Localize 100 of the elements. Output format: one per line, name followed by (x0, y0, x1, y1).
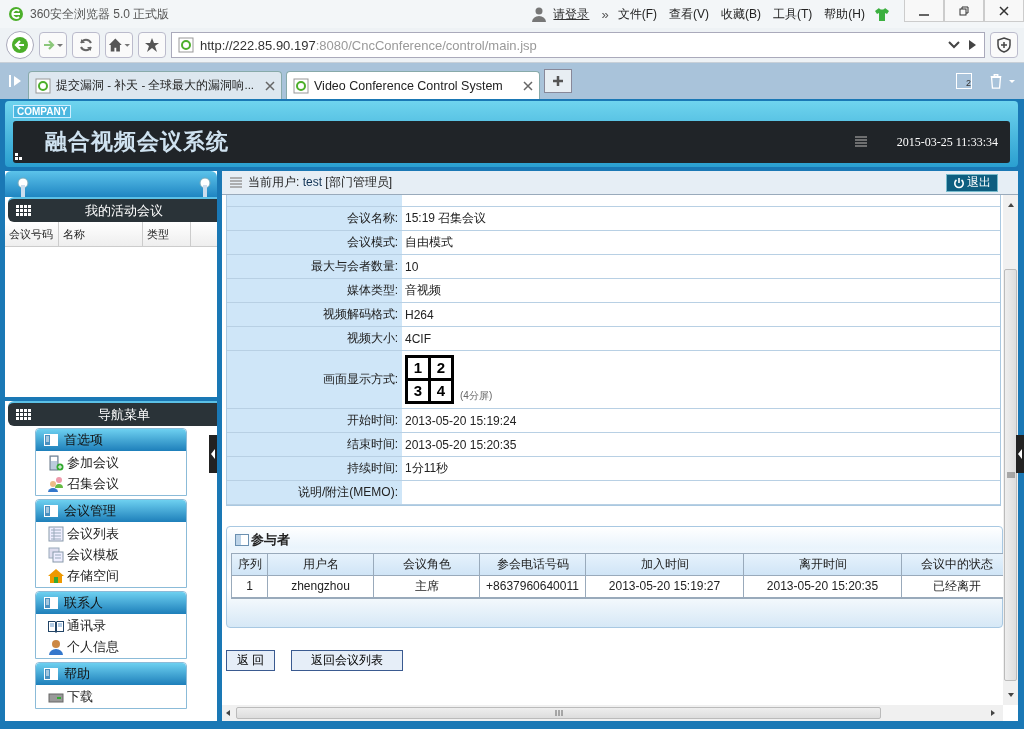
phone-add-icon (48, 454, 64, 471)
grip-icon (1006, 471, 1015, 479)
field-value: 1分11秒 (405, 460, 449, 477)
plus-icon (552, 75, 564, 87)
field-label: 会议模式: (227, 231, 402, 254)
scroll-left-icon[interactable] (224, 709, 232, 717)
login-link[interactable]: 请登录 (553, 5, 590, 23)
panel-title: 参与者 (251, 531, 290, 549)
back-button[interactable]: 返 回 (226, 650, 276, 671)
column-header: 离开时间 (744, 554, 902, 576)
back-button[interactable] (6, 31, 34, 59)
scroll-down-icon[interactable] (1006, 691, 1015, 699)
window-title: 360安全浏览器 5.0 正式版 (30, 5, 170, 23)
favorite-button[interactable] (138, 32, 166, 58)
field-value: H264 (405, 307, 434, 322)
table-cell: 主席 (374, 576, 480, 598)
menu-item[interactable]: 工具(T) (773, 5, 813, 23)
nav-item[interactable]: 参加会议 (36, 452, 186, 473)
close-icon[interactable] (265, 80, 275, 91)
shirt-icon[interactable] (874, 6, 890, 22)
home-button[interactable] (105, 32, 133, 58)
new-tab-button[interactable] (544, 69, 572, 93)
restore-button[interactable] (944, 0, 984, 22)
column-header[interactable]: 类型 (143, 222, 191, 246)
app-title: 融合视频会议系统 (45, 128, 229, 156)
column-header[interactable]: 名称 (59, 222, 143, 246)
menu-item[interactable]: 文件(F) (617, 5, 657, 23)
return-list-button[interactable]: 返回会议列表 (291, 650, 404, 671)
page-icon (293, 77, 309, 94)
refresh-button[interactable] (72, 32, 100, 58)
column-header: 参会电话号码 (480, 554, 586, 576)
more-button[interactable]: » (601, 6, 609, 22)
close-icon[interactable] (523, 80, 533, 91)
field-label: 视频大小: (227, 327, 402, 350)
horizontal-scrollbar[interactable] (222, 705, 1003, 721)
panel-title: 我的活动会议 (84, 201, 164, 220)
layout-caption: (4分屏) (460, 389, 493, 403)
nav-item[interactable]: 召集会议 (36, 473, 186, 494)
field-value: 4CIF (405, 331, 431, 346)
minimize-button[interactable] (904, 0, 944, 22)
scroll-thumb[interactable] (236, 707, 881, 719)
nav-item[interactable]: 会议列表 (36, 523, 186, 544)
grid-icon (16, 408, 31, 421)
group-header[interactable]: 首选项 (36, 429, 186, 451)
browser-logo-icon (8, 6, 24, 22)
grid-icon (16, 204, 31, 217)
address-bar[interactable]: http://222.85.90.197:8080/CncConference/control/main.jsp (171, 32, 985, 58)
datetime: 2015-03-25 11:33:34 (896, 134, 998, 150)
dropdown-icon[interactable] (948, 39, 960, 51)
browser-tab[interactable]: 提交漏洞 - 补天 - 全球最大的漏洞响... (28, 71, 282, 99)
collapse-handle-icon[interactable] (1016, 435, 1024, 473)
power-icon (953, 176, 965, 189)
panel-icon (235, 534, 249, 546)
field-value: 10 (405, 259, 419, 274)
panel-icon (44, 597, 58, 609)
scroll-right-icon[interactable] (989, 709, 997, 717)
shield-button[interactable] (990, 32, 1018, 58)
house-icon (48, 567, 64, 584)
group-header[interactable]: 会议管理 (36, 500, 186, 522)
collapse-handle-icon[interactable] (209, 435, 217, 473)
nav-item[interactable]: 通讯录 (36, 615, 186, 636)
field-value: 音视频 (405, 282, 441, 299)
restore-icon (959, 5, 969, 16)
people-icon (48, 475, 64, 492)
nav-item[interactable]: 会议模板 (36, 544, 186, 565)
menu-item[interactable]: 查看(V) (669, 5, 709, 23)
field-label: 最大与会者数量: (227, 255, 402, 278)
minimize-icon (919, 13, 929, 16)
field-label: 视频解码格式: (227, 303, 402, 326)
field-label: 结束时间: (227, 433, 402, 456)
vertical-scrollbar[interactable] (1003, 195, 1018, 705)
grip-icon (230, 176, 242, 189)
group-header[interactable]: 帮助 (36, 663, 186, 685)
table-cell: 2013-05-20 15:20:35 (744, 576, 902, 598)
column-header: 用户名 (268, 554, 374, 576)
scroll-up-icon[interactable] (1006, 201, 1015, 209)
field-value: 2013-05-20 15:20:35 (405, 437, 517, 452)
nav-item[interactable]: 个人信息 (36, 636, 186, 657)
ring-icon (199, 177, 211, 197)
window-count-icon[interactable]: 2 (956, 73, 972, 89)
column-header[interactable]: 会议号码 (5, 222, 59, 246)
nav-item[interactable]: 下载 (36, 686, 186, 707)
go-icon[interactable] (966, 39, 978, 51)
table-cell: +8637960640011 (480, 576, 586, 598)
field-label: 媒体类型: (227, 279, 402, 302)
logout-button[interactable]: 退出 (946, 173, 998, 192)
menu-item[interactable]: 帮助(H) (824, 5, 865, 23)
grip-icon (854, 136, 867, 148)
close-icon (999, 5, 1009, 16)
menu-item[interactable]: 收藏(B) (721, 5, 761, 23)
pages-icon (48, 546, 64, 563)
close-button[interactable] (984, 0, 1024, 22)
field-label: 说明/附注(MEMO): (227, 481, 402, 504)
nav-item[interactable]: 存储空间 (36, 565, 186, 586)
group-header[interactable]: 联系人 (36, 592, 186, 614)
browser-tab[interactable]: Video Conference Control System (286, 71, 540, 99)
company-badge: COMPANY (13, 105, 72, 118)
scroll-thumb[interactable] (1004, 269, 1017, 681)
field-value: 2013-05-20 15:19:24 (405, 413, 517, 428)
table-cell: 1 (232, 576, 268, 598)
